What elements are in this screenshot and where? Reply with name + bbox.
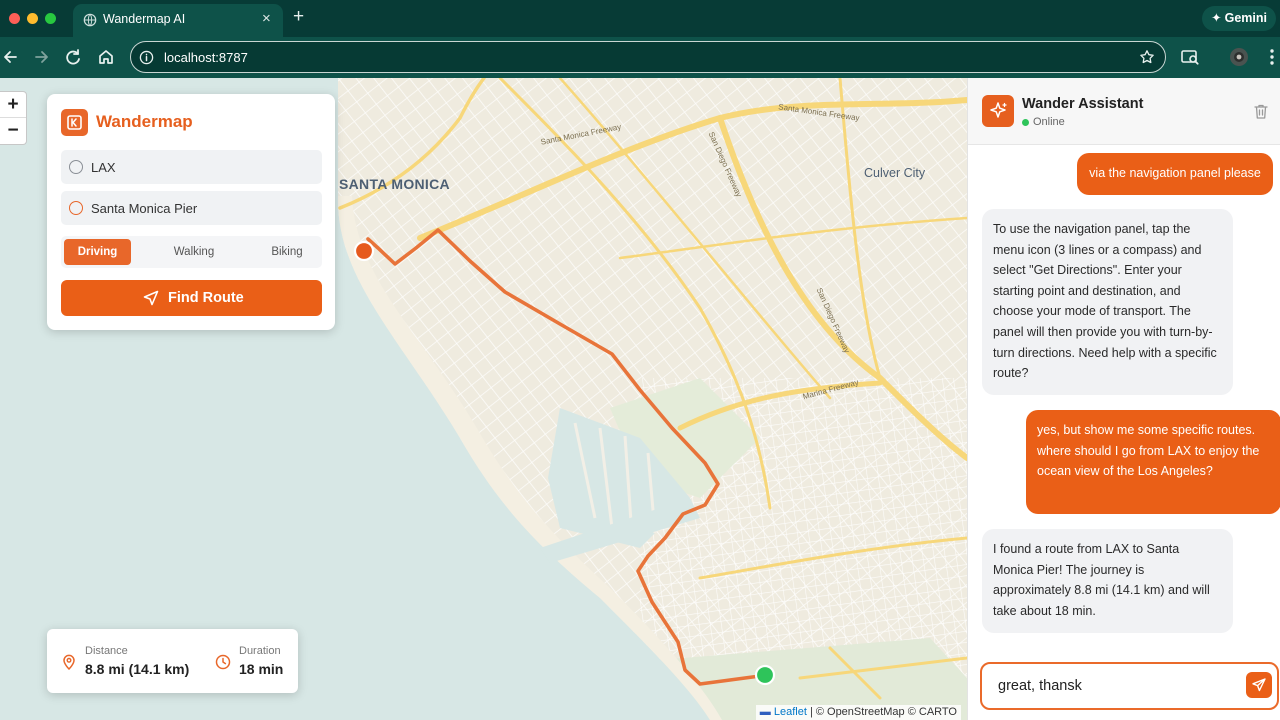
mode-biking-button[interactable]: Biking — [257, 239, 317, 265]
brand-title: Wandermap — [96, 112, 193, 131]
chat-input[interactable] — [988, 672, 1234, 700]
star-icon[interactable] — [1139, 49, 1155, 65]
map-label-santa-monica: SANTA MONICA — [339, 176, 450, 192]
map-attribution: ▬ Leaflet | © OpenStreetMap © CARTO — [755, 705, 961, 720]
maximize-window-button[interactable] — [45, 13, 56, 24]
destination-value: Santa Monica Pier — [91, 201, 198, 216]
chat-input-container — [980, 662, 1279, 710]
find-route-label: Find Route — [168, 290, 244, 306]
destination-field[interactable]: Santa Monica Pier — [61, 191, 322, 225]
map-label-culver-city: Culver City — [864, 166, 926, 180]
profile-icon[interactable] — [1229, 47, 1249, 67]
duration-label: Duration — [239, 645, 281, 657]
distance-value: 8.8 mi (14.1 km) — [85, 661, 190, 677]
close-window-button[interactable] — [9, 13, 20, 24]
assistant-panel: Wander Assistant Online via the navigati… — [967, 78, 1280, 720]
send-icon — [1252, 678, 1266, 692]
reload-icon[interactable] — [62, 46, 84, 68]
mode-walking-button[interactable]: Walking — [157, 239, 231, 265]
travel-mode-selector: Driving Walking Biking — [61, 236, 322, 268]
find-route-button[interactable]: Find Route — [61, 280, 322, 316]
start-location-field[interactable]: LAX — [61, 150, 322, 184]
start-marker[interactable] — [754, 664, 776, 686]
mode-driving-button[interactable]: Driving — [64, 239, 131, 265]
globe-icon — [83, 13, 97, 27]
pin-icon — [63, 654, 75, 670]
chat-header: Wander Assistant Online — [968, 78, 1280, 145]
assistant-message: I found a route from LAX to Santa Monica… — [982, 529, 1233, 633]
logo-icon — [61, 109, 88, 136]
forward-icon[interactable] — [30, 46, 52, 68]
gemini-button[interactable]: ✦ Gemini — [1202, 6, 1276, 31]
new-tab-button[interactable]: + — [293, 6, 304, 28]
online-status-dot — [1022, 119, 1029, 126]
assistant-name: Wander Assistant — [1022, 96, 1144, 112]
user-message: yes, but show me some specific routes. w… — [1026, 410, 1280, 514]
gemini-label: Gemini — [1224, 11, 1267, 25]
leaflet-link[interactable]: Leaflet — [774, 706, 807, 718]
url-text[interactable]: localhost:8787 — [164, 50, 248, 65]
zoom-out-button[interactable]: − — [0, 118, 26, 144]
route-planner-card: Wandermap LAX Santa Monica Pier Driving … — [47, 94, 335, 330]
trash-icon[interactable] — [1253, 103, 1269, 120]
attribution-text: | © OpenStreetMap © CARTO — [809, 706, 957, 718]
back-icon[interactable] — [0, 46, 22, 68]
send-button[interactable] — [1246, 672, 1272, 698]
start-location-value: LAX — [91, 160, 116, 175]
address-bar[interactable]: localhost:8787 — [130, 41, 1166, 73]
browser-tab[interactable]: Wandermap AI × — [73, 4, 283, 37]
cast-icon[interactable] — [1180, 47, 1200, 67]
distance-label: Distance — [85, 645, 128, 657]
navigation-arrow-icon — [143, 290, 159, 306]
map-view[interactable]: SANTA MONICA Culver City Santa Monica Fr… — [0, 78, 967, 720]
duration-value: 18 min — [239, 661, 284, 677]
info-icon[interactable] — [139, 50, 154, 65]
browser-toolbar: localhost:8787 — [0, 37, 1280, 78]
zoom-in-button[interactable]: + — [0, 92, 26, 118]
destination-marker[interactable] — [353, 240, 375, 262]
assistant-message: To use the navigation panel, tap the men… — [982, 209, 1233, 395]
tab-title: Wandermap AI — [103, 12, 186, 26]
clock-icon — [215, 654, 231, 670]
route-stats-card: Distance 8.8 mi (14.1 km) Duration 18 mi… — [47, 629, 298, 693]
zoom-control: + − — [0, 91, 27, 145]
browser-tab-bar: Wandermap AI × + ✦ Gemini — [0, 0, 1280, 37]
destination-dot-icon — [69, 201, 83, 215]
more-icon[interactable] — [1262, 47, 1280, 67]
sparkle-icon: ✦ — [1211, 11, 1222, 25]
tab-close-button[interactable]: × — [262, 10, 271, 27]
user-message: via the navigation panel please — [1077, 153, 1273, 195]
start-dot-icon — [69, 160, 83, 174]
minimize-window-button[interactable] — [27, 13, 38, 24]
home-icon[interactable] — [95, 46, 117, 68]
sparkle-icon — [982, 95, 1014, 127]
online-status-text: Online — [1033, 116, 1065, 128]
